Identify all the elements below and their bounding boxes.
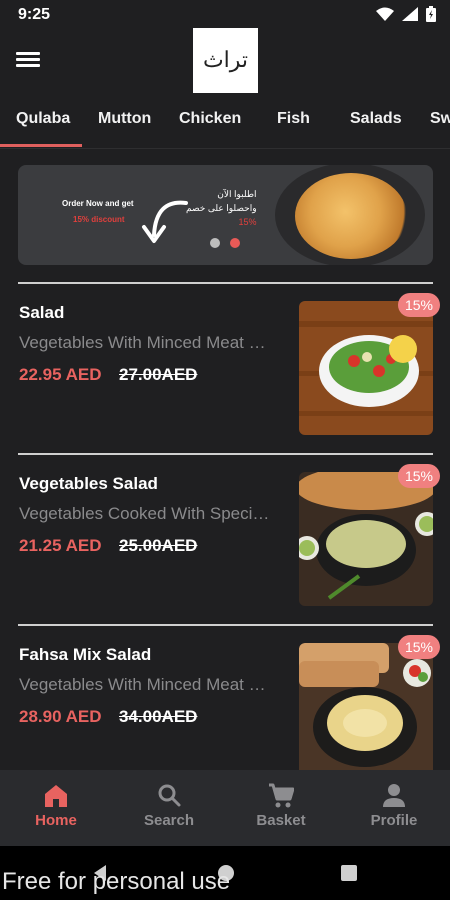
banner-arabic-line1: اطلبوا الآن [217,189,257,199]
menu-item-card[interactable]: Fahsa Mix Salad Vegetables With Minced M… [0,631,450,782]
item-name: Salad [19,303,65,322]
item-price: 21.25 AED [19,536,102,555]
nav-search-label: Search [143,812,195,829]
cart-icon [269,783,294,808]
curved-arrow-icon [142,200,188,243]
item-price: 22.95 AED [19,365,102,384]
banner-arabic-line3: 15% [238,217,257,227]
divider [18,453,433,455]
divider [18,282,433,284]
item-description: Vegetables With Minced Meat … [19,675,266,694]
discount-badge: 15% [398,464,440,488]
item-old-price: 27.00AED [119,365,198,384]
banner-arabic-line2: واحصلوا على خصم [186,203,257,213]
divider [18,624,433,626]
promo-banner[interactable]: Order Now and get 15% discount اطلبوا ال… [18,165,433,265]
logo-text: تراث [202,48,249,73]
item-name: Fahsa Mix Salad [19,645,152,664]
category-tabs: Qulaba Mutton Chicken Fish Salads Sw [0,98,450,149]
tab-mutton[interactable]: Mutton [98,110,151,128]
tab-fish[interactable]: Fish [277,110,310,128]
item-name: Vegetables Salad [19,474,158,493]
nav-profile[interactable]: Profile [338,782,450,829]
status-time: 9:25 [18,6,51,23]
nav-profile-label: Profile [370,812,418,829]
item-image [299,301,433,435]
app-header: تراث [0,28,450,98]
battery-icon [426,6,436,22]
menu-icon[interactable] [16,50,40,70]
item-price: 28.90 AED [19,707,102,726]
tab-chicken[interactable]: Chicken [179,110,241,128]
watermark-text: Free for personal use [2,868,231,895]
nav-basket-label: Basket [256,812,306,829]
item-image [299,643,433,782]
signal-icon [402,7,418,21]
wifi-icon [376,7,394,21]
tab-salads[interactable]: Salads [350,110,402,128]
search-icon [158,784,181,807]
home-icon [45,785,67,807]
item-image [299,472,433,606]
status-bar: 9:25 [0,0,450,28]
banner-promo-line1: Order Now and get [62,199,134,208]
bottom-navigation: Home Search Basket Profile [0,770,450,846]
menu-item-card[interactable]: Salad Vegetables With Minced Meat … 22.9… [0,289,450,439]
pagination-dot-active[interactable] [230,238,240,248]
item-old-price: 34.00AED [119,707,198,726]
item-description: Vegetables With Minced Meat … [19,333,266,352]
banner-pagination [210,238,240,248]
active-tab-indicator [0,144,82,147]
status-icons [376,6,436,22]
banner-promo-line2: 15% discount [73,215,125,224]
banner-arabic-text: اطلبوا الآن واحصلوا على خصم 15% [186,187,257,229]
nav-search[interactable]: Search [113,782,225,829]
restaurant-logo: تراث [193,28,258,93]
item-description: Vegetables Cooked With Speci… [19,504,270,523]
banner-rice-image [295,173,407,259]
discount-badge: 15% [398,635,440,659]
item-old-price: 25.00AED [119,536,198,555]
tab-sweets[interactable]: Sw [430,110,450,128]
recents-icon[interactable] [340,864,358,882]
nav-basket[interactable]: Basket [225,782,337,829]
tab-qulaba[interactable]: Qulaba [16,110,70,128]
discount-badge: 15% [398,293,440,317]
person-icon [383,784,405,807]
pagination-dot[interactable] [210,238,220,248]
nav-home-label: Home [35,812,77,829]
nav-home[interactable]: Home [0,782,112,829]
menu-item-card[interactable]: Vegetables Salad Vegetables Cooked With … [0,460,450,610]
